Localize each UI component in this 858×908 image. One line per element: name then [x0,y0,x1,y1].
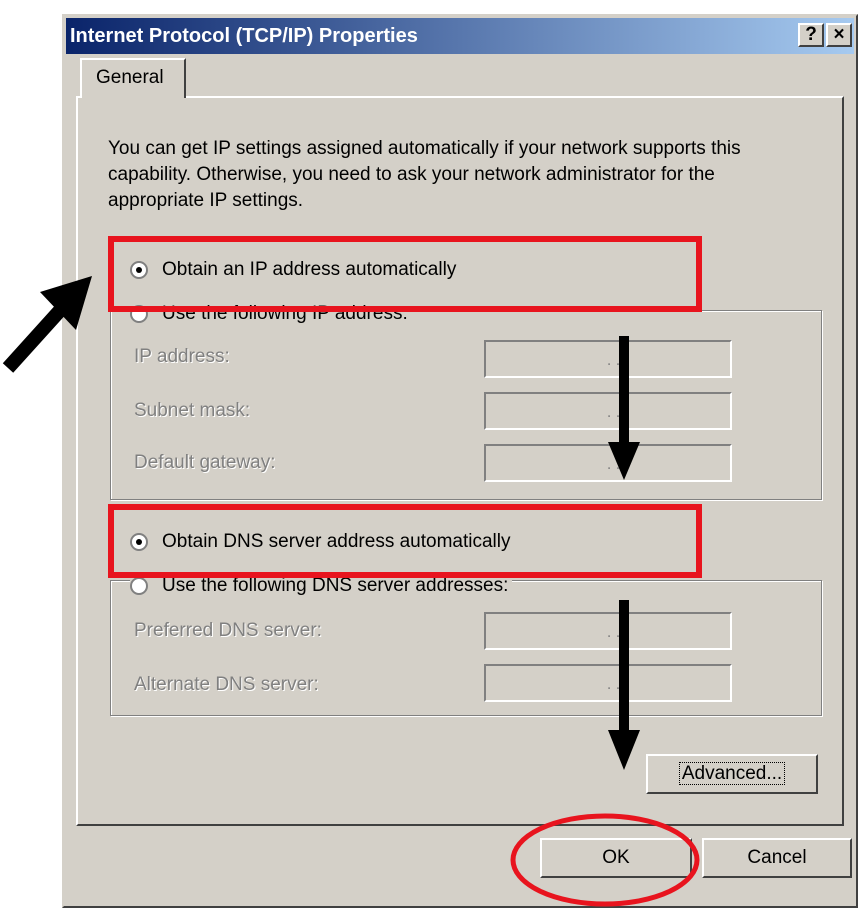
tab-general-label: General [96,67,164,88]
ip-address-field[interactable]: . . . [484,340,732,378]
default-gateway-label: Default gateway: [134,452,276,473]
help-button[interactable]: ? [798,23,824,47]
advanced-button[interactable]: Advanced... [646,754,818,794]
intro-text: You can get IP settings assigned automat… [108,138,741,211]
ok-button[interactable]: OK [540,838,692,878]
tab-general[interactable]: General [80,58,186,98]
preferred-dns-field[interactable]: . . . [484,612,732,650]
close-button[interactable]: × [826,23,852,47]
window-title: Internet Protocol (TCP/IP) Properties [70,25,418,47]
default-gateway-field[interactable]: . . . [484,444,732,482]
preferred-dns-label: Preferred DNS server: [134,620,322,641]
alternate-dns-label: Alternate DNS server: [134,674,319,695]
highlight-obtain-dns [108,504,702,578]
radio-unchecked-icon [130,577,148,595]
ip-address-label: IP address: [134,346,230,367]
alternate-dns-field[interactable]: . . . [484,664,732,702]
subnet-mask-label: Subnet mask: [134,400,251,421]
close-icon: × [833,24,845,45]
highlight-obtain-ip [108,236,702,312]
title-bar: Internet Protocol (TCP/IP) Properties ? … [66,18,854,54]
cancel-button[interactable]: Cancel [702,838,852,878]
subnet-mask-field[interactable]: . . . [484,392,732,430]
